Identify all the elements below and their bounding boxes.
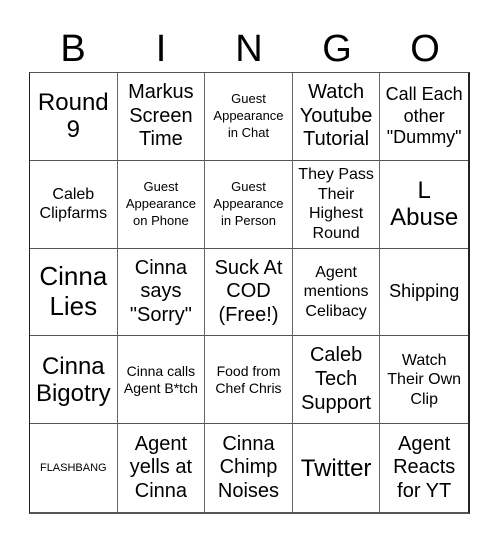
bingo-cell[interactable]: They Pass Their Highest Round: [292, 160, 381, 249]
bingo-cell[interactable]: Agent Reacts for YT: [380, 424, 468, 512]
bingo-cell[interactable]: Caleb Clipfarms: [30, 160, 118, 249]
cell-text: Agent Reacts for YT: [393, 432, 456, 502]
cell-text: Call Each other "Dummy": [385, 84, 463, 148]
bingo-cell[interactable]: Cinna says "Sorry": [117, 248, 206, 337]
bingo-cell[interactable]: Round 9: [30, 73, 118, 161]
cell-text: L Abuse: [390, 177, 459, 232]
bingo-header: B I N G O: [29, 26, 470, 72]
cell-text: Watch Their Own Clip: [387, 351, 462, 408]
cell-text: Suck At COD (Free!): [214, 256, 283, 326]
bingo-cell[interactable]: Guest Appearance on Phone: [117, 160, 206, 249]
bingo-cell[interactable]: Cinna calls Agent B*tch: [117, 336, 206, 425]
cell-text: Markus Screen Time: [128, 81, 194, 151]
cell-text: Agent mentions Celibacy: [303, 263, 369, 320]
bingo-board: Round 9 Markus Screen Time Guest Appeara…: [29, 72, 470, 514]
bingo-cell[interactable]: Watch Their Own Clip: [380, 336, 468, 425]
cell-text: They Pass Their Highest Round: [298, 166, 374, 242]
cell-text: FLASHBANG: [39, 461, 107, 474]
bingo-cell[interactable]: Cinna Chimp Noises: [205, 424, 293, 512]
header-letter-g: G: [322, 28, 352, 70]
header-letter-i: I: [155, 28, 167, 70]
bingo-cell[interactable]: Agent mentions Celibacy: [292, 248, 381, 337]
cell-text: Cinna Chimp Noises: [217, 432, 280, 502]
cell-text: Caleb Tech Support: [301, 344, 372, 414]
bingo-cell[interactable]: L Abuse: [380, 161, 468, 249]
cell-text: Food from Chef Chris: [215, 362, 282, 396]
cell-text: Caleb Clipfarms: [39, 185, 108, 223]
bingo-cell[interactable]: Food from Chef Chris: [205, 336, 293, 425]
bingo-cell[interactable]: Markus Screen Time: [117, 73, 206, 161]
bingo-cell[interactable]: Agent yells at Cinna: [118, 424, 206, 512]
cell-text: Cinna says "Sorry": [129, 256, 192, 326]
cell-text: Cinna Bigotry: [35, 352, 111, 407]
bingo-cell[interactable]: FLASHBANG: [30, 424, 118, 512]
bingo-cell[interactable]: Shipping: [380, 249, 468, 337]
cell-text: Twitter: [300, 454, 372, 482]
cell-text: Shipping: [389, 281, 460, 302]
cell-text: Cinna calls Agent B*tch: [123, 362, 198, 396]
bingo-cell[interactable]: Cinna Bigotry: [30, 336, 118, 425]
cell-text: Guest Appearance on Phone: [125, 178, 196, 228]
cell-text: Agent yells at Cinna: [129, 432, 193, 502]
bingo-cell[interactable]: Call Each other "Dummy": [380, 73, 468, 161]
bingo-cell[interactable]: Guest Appearance in Person: [205, 160, 293, 249]
cell-text: Cinna Lies: [39, 261, 108, 321]
bingo-cell[interactable]: Guest Appearance in Chat: [205, 73, 293, 161]
cell-text: Round 9: [37, 89, 109, 144]
header-letter-o: O: [410, 28, 440, 70]
bingo-cell[interactable]: Twitter: [293, 424, 381, 512]
header-letter-n: N: [235, 28, 263, 70]
bingo-cell[interactable]: Cinna Lies: [30, 248, 118, 337]
cell-text: Guest Appearance in Chat: [213, 91, 284, 140]
cell-text: Guest Appearance in Person: [213, 178, 284, 228]
cell-text: Watch Youtube Tutorial: [299, 81, 373, 151]
bingo-cell[interactable]: Watch Youtube Tutorial: [292, 73, 381, 161]
header-letter-b: B: [60, 28, 86, 70]
bingo-cell[interactable]: Suck At COD (Free!): [205, 248, 293, 337]
bingo-cell[interactable]: Caleb Tech Support: [292, 336, 381, 425]
